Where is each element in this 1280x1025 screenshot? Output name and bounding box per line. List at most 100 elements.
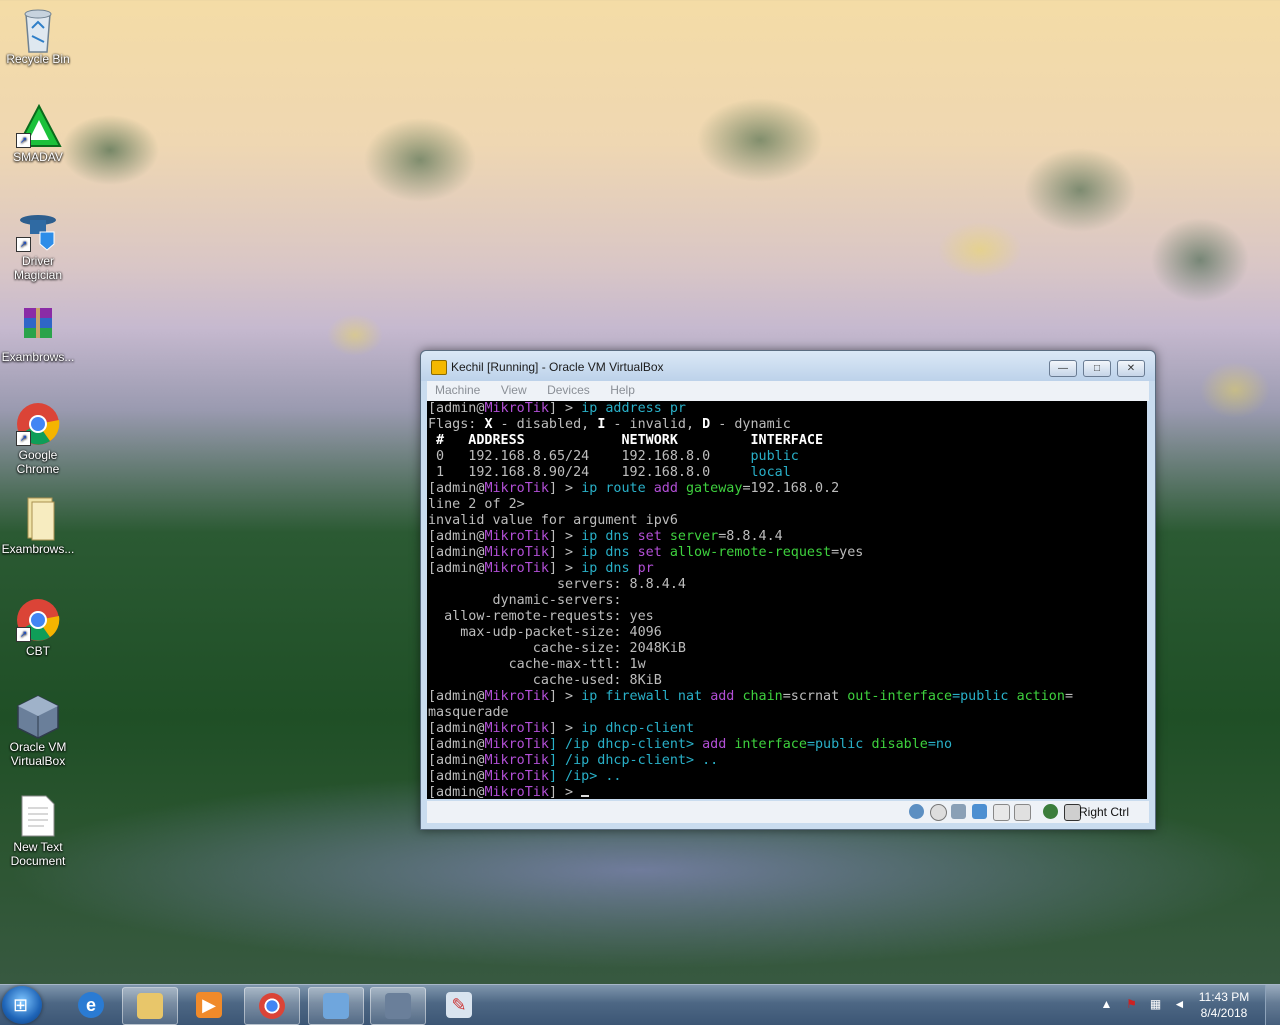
tray-flag-icon[interactable]: ⚑ <box>1124 997 1139 1012</box>
shortcut-arrow-icon: ↗ <box>16 237 31 252</box>
chrome-icon: ↗ <box>16 402 60 446</box>
menu-help[interactable]: Help <box>610 383 635 397</box>
control-panel-icon <box>323 993 349 1019</box>
terminal-line: [admin@MikroTik] /ip> .. <box>428 769 622 784</box>
folder-icon <box>137 993 163 1019</box>
audio-icon[interactable] <box>951 804 966 819</box>
media-player-icon: ▶ <box>196 992 222 1018</box>
terminal-line: servers: 8.8.4.4 <box>428 577 686 592</box>
desktop-icon-virtualbox[interactable]: Oracle VM VirtualBox <box>0 694 76 768</box>
icon-label: Exambrows... <box>1 542 75 556</box>
tray-volume-icon[interactable]: ◄ <box>1172 997 1187 1012</box>
icon-label: SMADAV <box>13 150 63 164</box>
folder-icon <box>16 496 60 541</box>
terminal-line: max-udp-packet-size: 4096 <box>428 625 662 640</box>
chrome-icon <box>259 993 285 1019</box>
terminal-line: [admin@MikroTik] > ip dns pr <box>428 561 654 576</box>
maximize-button[interactable]: □ <box>1083 360 1111 377</box>
windows-logo-icon: ⊞ <box>13 995 29 1015</box>
terminal-prompt-line[interactable]: [admin@MikroTik] > <box>428 785 590 799</box>
terminal-line: [admin@MikroTik] > ip dhcp-client <box>428 721 695 736</box>
window-title: Kechil [Running] - Oracle VM VirtualBox <box>451 360 664 374</box>
desktop-icon-smadav[interactable]: ↗ SMADAV <box>0 103 76 164</box>
hard-disk-icon[interactable] <box>909 804 924 819</box>
terminal-line: [admin@MikroTik] > ip firewall nat add c… <box>428 689 1073 704</box>
terminal-line: cache-size: 2048KiB <box>428 641 686 656</box>
start-button[interactable]: ⊞ <box>2 986 42 1024</box>
close-button[interactable]: ✕ <box>1117 360 1145 377</box>
desktop-icon-new-text-document[interactable]: New Text Document <box>0 794 76 868</box>
taskbar-chrome[interactable] <box>244 987 300 1025</box>
desktop-icon-cbt[interactable]: ↗ CBT <box>0 598 76 658</box>
menu-devices[interactable]: Devices <box>547 383 590 397</box>
terminal-line: masquerade <box>428 705 509 720</box>
shared-folders-icon[interactable] <box>1014 804 1031 821</box>
tray-network-icon[interactable]: ▦ <box>1148 997 1163 1012</box>
terminal-line: [admin@MikroTik] > ip route add gateway=… <box>428 481 840 496</box>
system-clock[interactable]: 11:43 PM 8/4/2018 <box>1194 989 1254 1021</box>
virtualbox-icon <box>16 694 60 739</box>
virtualbox-window[interactable]: Kechil [Running] - Oracle VM VirtualBox … <box>420 350 1156 830</box>
terminal-line: [admin@MikroTik] > ip dns set server=8.8… <box>428 529 783 544</box>
icon-label: Google Chrome <box>16 448 60 476</box>
show-desktop-button[interactable] <box>1265 985 1280 1025</box>
taskbar-media-player[interactable]: ▶ <box>182 987 236 1023</box>
capture-icon[interactable] <box>1043 804 1058 819</box>
icon-label: CBT <box>26 644 50 658</box>
shortcut-arrow-icon: ↗ <box>16 133 31 148</box>
terminal-line: line 2 of 2> <box>428 497 525 512</box>
terminal-line: cache-used: 8KiB <box>428 673 662 688</box>
show-hidden-icons-icon[interactable]: ▲ <box>1099 997 1114 1012</box>
menu-view[interactable]: View <box>501 383 527 397</box>
desktop-icon-exambrowser-1[interactable]: Exambrows... <box>0 304 76 364</box>
desktop-icon-exambrowser-2[interactable]: Exambrows... <box>0 496 76 556</box>
desktop-icon-recycle-bin[interactable]: Recycle Bin <box>0 6 76 66</box>
recycle-bin-icon <box>16 6 60 53</box>
terminal-line: 1 192.168.8.90/24 192.168.8.0 local <box>428 465 791 480</box>
usb-icon[interactable] <box>993 804 1010 821</box>
clock-time: 11:43 PM <box>1198 990 1250 1004</box>
taskbar-virtualbox[interactable] <box>370 987 426 1025</box>
internet-explorer-icon: e <box>78 992 104 1018</box>
paint-icon: ✎ <box>446 992 472 1018</box>
smadav-icon: ↗ <box>16 103 62 148</box>
text-document-icon <box>16 794 60 838</box>
terminal-line: [admin@MikroTik] > ip dns set allow-remo… <box>428 545 864 560</box>
taskbar-internet-explorer[interactable]: e <box>64 987 118 1023</box>
taskbar-paint[interactable]: ✎ <box>432 987 486 1023</box>
shortcut-arrow-icon: ↗ <box>16 431 31 446</box>
taskbar-control-panel[interactable] <box>308 987 364 1025</box>
terminal-line: [admin@MikroTik] /ip dhcp-client> .. <box>428 753 719 768</box>
desktop-icon-driver-magician[interactable]: ↗ Driver Magician <box>0 208 76 282</box>
icon-label: Driver Magician <box>13 254 63 282</box>
status-bar: Right Ctrl <box>427 801 1149 823</box>
icon-label: Recycle Bin <box>6 52 70 66</box>
terminal-line: [admin@MikroTik] /ip dhcp-client> add in… <box>428 737 953 752</box>
winrar-archive-icon <box>16 304 60 348</box>
terminal-line: cache-max-ttl: 1w <box>428 657 646 672</box>
network-icon[interactable] <box>972 804 987 819</box>
virtualbox-window-icon <box>431 360 447 375</box>
desktop-icon-google-chrome[interactable]: ↗ Google Chrome <box>0 402 76 476</box>
minimize-button[interactable]: — <box>1049 360 1077 377</box>
host-key-label: Right Ctrl <box>1078 805 1129 819</box>
icon-label: Exambrows... <box>1 350 75 364</box>
terminal-line: Flags: X - disabled, I - invalid, D - dy… <box>428 417 791 432</box>
icon-label: New Text Document <box>10 840 66 868</box>
window-titlebar[interactable]: Kechil [Running] - Oracle VM VirtualBox … <box>421 351 1155 381</box>
terminal-line: 0 192.168.8.65/24 192.168.8.0 public <box>428 449 799 464</box>
terminal-line: # ADDRESS NETWORK INTERFACE <box>428 433 824 448</box>
virtualbox-icon <box>385 993 411 1019</box>
vm-console[interactable]: [admin@MikroTik] > ip address pr Flags: … <box>427 401 1147 799</box>
driver-magician-icon: ↗ <box>16 208 60 252</box>
chrome-icon: ↗ <box>16 598 60 642</box>
shortcut-arrow-icon: ↗ <box>16 627 31 642</box>
terminal-line: allow-remote-requests: yes <box>428 609 654 624</box>
taskbar: ⊞ e ▶ ✎ ▲ ⚑ ▦ ◄ 11:43 PM 8/4/2018 <box>0 984 1280 1025</box>
terminal-line: invalid value for argument ipv6 <box>428 513 678 528</box>
clock-date: 8/4/2018 <box>1200 1006 1248 1020</box>
taskbar-file-explorer[interactable] <box>122 987 178 1025</box>
menu-machine[interactable]: Machine <box>435 383 480 397</box>
terminal-line: [admin@MikroTik] > ip address pr <box>428 401 686 416</box>
optical-drive-icon[interactable] <box>930 804 947 821</box>
